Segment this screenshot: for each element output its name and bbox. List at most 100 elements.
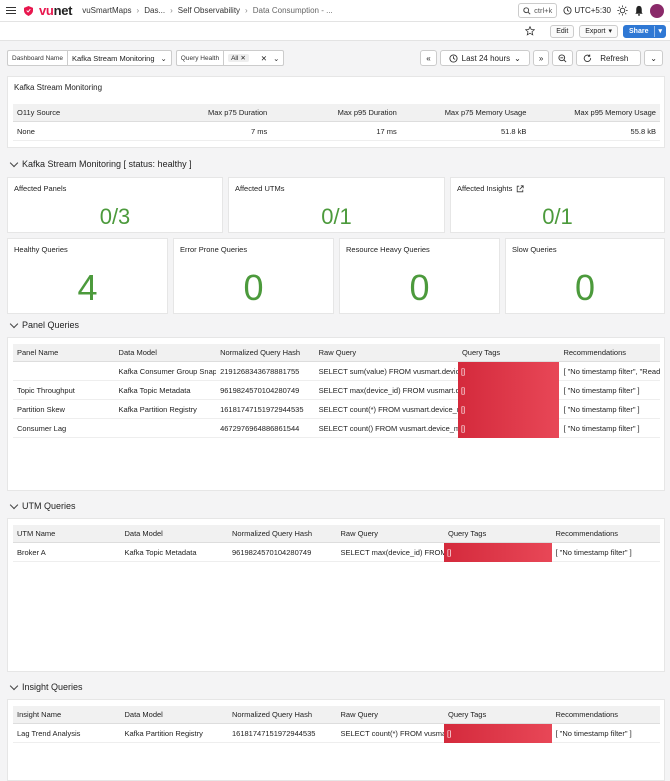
chevron-down-icon[interactable]: ▾ [654, 25, 665, 37]
table-row[interactable]: Kafka Consumer Group Snapshot 2191268343… [13, 361, 660, 381]
close-icon[interactable]: ✕ [240, 54, 245, 62]
table-header: UTM Name Data Model Normalized Query Has… [13, 525, 660, 543]
bell-icon[interactable] [634, 5, 644, 16]
healthy-queries-stat: Healthy Queries 4 [7, 238, 168, 314]
query-tags-cell: [] [457, 361, 560, 381]
stat-value: 0 [409, 267, 430, 308]
vunet-logo[interactable]: vunet [39, 3, 72, 18]
chevron-right-icon: › [136, 6, 140, 15]
summary-panel: Kafka Stream Monitoring O11y Source Max … [7, 76, 665, 148]
column-header: Raw Query [340, 710, 379, 719]
chevron-right-icon: › [245, 6, 248, 15]
query-tags-cell: [] [457, 399, 560, 419]
column-header: Data Model [118, 348, 157, 357]
clock-icon [563, 6, 572, 15]
query-health-filter[interactable]: Query Health All ✕ ✕ ⌄ [175, 50, 285, 66]
share-button[interactable]: Share ▾ [623, 24, 666, 38]
timezone-selector[interactable]: UTC+5:30 [563, 6, 611, 15]
star-icon[interactable] [525, 26, 536, 36]
utm-queries-panel: UTM Name Data Model Normalized Query Has… [7, 518, 665, 672]
table-header: Panel Name Data Model Normalized Query H… [13, 344, 660, 362]
summary-table: O11y Source Max p75 Duration Max p95 Dur… [13, 104, 660, 141]
column-header: Max p75 Memory Usage [444, 108, 527, 117]
column-header: Insight Name [17, 710, 62, 719]
breadcrumb-item[interactable]: Self Observability [178, 6, 240, 15]
column-header: Max p95 Memory Usage [574, 108, 656, 117]
panel-queries-section-header[interactable]: Panel Queries [9, 319, 79, 330]
stat-label: Healthy Queries [14, 245, 68, 254]
chevron-down-icon: ⌄ [160, 53, 167, 63]
chevron-down-icon [9, 158, 19, 167]
affected-utms-stat: Affected UTMs 0/1 [228, 177, 445, 233]
table-row: None 7 ms 17 ms 51.8 kB 55.8 kB [13, 122, 660, 141]
refresh-button[interactable]: Refresh [576, 50, 642, 66]
column-header: O11y Source [17, 108, 61, 117]
column-header: Raw Query [340, 529, 379, 538]
insight-queries-section-header[interactable]: Insight Queries [9, 681, 83, 692]
column-header: Recommendations [563, 348, 626, 357]
stat-value: 0 [574, 267, 596, 308]
shield-icon [24, 5, 33, 16]
global-search[interactable]: ctrl+k [518, 3, 558, 18]
table-row[interactable]: Broker A Kafka Topic Metadata 9619824570… [13, 542, 660, 562]
chevron-down-icon: ▾ [608, 28, 613, 35]
sun-icon[interactable] [617, 5, 628, 16]
user-avatar[interactable] [650, 3, 664, 18]
breadcrumb-item[interactable]: Das... [144, 6, 165, 15]
column-header: Data Model [124, 710, 163, 719]
time-range-picker[interactable]: Last 24 hours ⌄ [439, 50, 530, 66]
column-header: Recommendations [555, 529, 619, 538]
resource-heavy-queries-stat: Resource Heavy Queries 0 [339, 238, 500, 314]
utm-queries-table: UTM Name Data Model Normalized Query Has… [13, 525, 660, 562]
stat-value: 0/1 [542, 204, 573, 229]
chevron-down-icon [9, 319, 19, 328]
column-header: Recommendations [555, 710, 619, 719]
chevrons-left-icon: « [426, 53, 431, 63]
top-bar: vunet vuSmartMaps › Das... › Self Observ… [0, 0, 670, 22]
insight-queries-table: Insight Name Data Model Normalized Query… [13, 706, 660, 743]
panel-queries-table: Panel Name Data Model Normalized Query H… [13, 344, 660, 438]
clear-icon[interactable]: ✕ [261, 54, 267, 63]
stat-label: Slow Queries [512, 245, 557, 254]
panel-queries-panel: Panel Name Data Model Normalized Query H… [7, 337, 665, 491]
column-header: Query Tags [448, 710, 487, 719]
column-header: Panel Name [17, 348, 59, 357]
query-tags-cell: [] [457, 418, 560, 438]
dashboard-name-value: Kafka Stream Monitoring [71, 53, 155, 63]
search-shortcut: ctrl+k [534, 6, 553, 15]
insight-queries-panel: Insight Name Data Model Normalized Query… [7, 699, 665, 781]
chevron-down-icon [9, 500, 19, 509]
stat-label: Affected UTMs [235, 184, 285, 193]
stat-label: Resource Heavy Queries [346, 245, 430, 254]
stat-value: 0/1 [321, 204, 352, 229]
edit-button[interactable]: Edit [550, 24, 575, 38]
stat-label: Affected Panels [14, 184, 67, 193]
search-icon [523, 6, 531, 15]
table-row[interactable]: Consumer Lag 4672976964886861544 SELECT … [13, 418, 660, 438]
filter-chip[interactable]: All ✕ [228, 54, 249, 62]
dashboard-name-filter[interactable]: Dashboard Name Kafka Stream Monitoring ⌄ [7, 50, 172, 66]
column-header: Query Tags [448, 529, 487, 538]
column-header: Query Tags [461, 348, 501, 357]
table-row[interactable]: Partition Skew Kafka Partition Registry … [13, 399, 660, 419]
table-header: O11y Source Max p75 Duration Max p95 Dur… [13, 104, 660, 122]
external-link-icon[interactable] [516, 184, 524, 193]
refresh-interval-dropdown[interactable]: ⌄ [644, 50, 663, 66]
time-back-button[interactable]: « [420, 50, 437, 66]
status-section-header[interactable]: Kafka Stream Monitoring [ status: health… [9, 158, 192, 169]
query-tags-cell: [] [444, 723, 552, 743]
affected-insights-stat: Affected Insights 0/1 [450, 177, 665, 233]
refresh-icon [584, 53, 592, 62]
table-row[interactable]: Lag Trend Analysis Kafka Partition Regis… [13, 723, 660, 743]
time-forward-button[interactable]: » [532, 50, 550, 66]
breadcrumb-item[interactable]: vuSmartMaps [82, 6, 131, 15]
menu-icon[interactable] [6, 6, 16, 15]
table-row[interactable]: Topic Throughput Kafka Topic Metadata 96… [13, 380, 660, 400]
dashboard-toolbar: Edit Export ▾ Share ▾ [0, 22, 670, 41]
filter-label: Query Health [177, 51, 225, 65]
export-button[interactable]: Export ▾ [579, 24, 619, 38]
zoom-out-button[interactable] [552, 50, 574, 66]
chevron-down-icon: ⌄ [273, 53, 280, 63]
column-header: Normalized Query Hash [220, 348, 301, 357]
utm-queries-section-header[interactable]: UTM Queries [9, 500, 76, 511]
